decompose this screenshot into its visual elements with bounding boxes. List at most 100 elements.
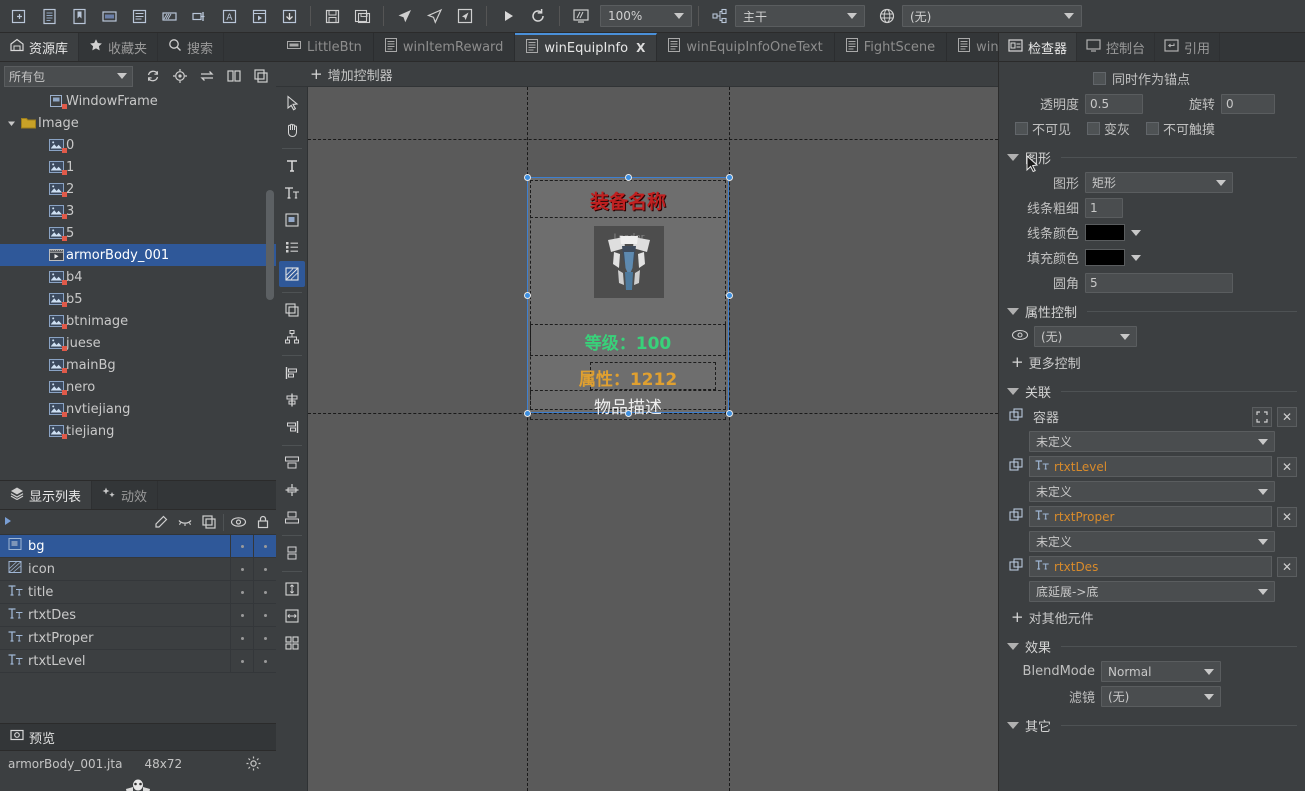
resource-tree-item[interactable]: 1 bbox=[0, 156, 276, 178]
shape-select[interactable]: 矩形 bbox=[1085, 172, 1233, 193]
hide-icon[interactable] bbox=[173, 511, 196, 533]
section-other[interactable]: 其它 bbox=[1007, 712, 1297, 738]
label-icon[interactable]: A bbox=[215, 3, 243, 29]
display-list-row[interactable]: icon bbox=[0, 557, 276, 581]
locate-icon[interactable] bbox=[168, 65, 191, 87]
align-top-tool[interactable] bbox=[279, 450, 305, 476]
eye-icon[interactable] bbox=[227, 511, 250, 533]
line-width-field[interactable]: 1 bbox=[1085, 197, 1123, 218]
tab-transition[interactable]: 动效 bbox=[92, 481, 159, 509]
save-icon[interactable] bbox=[318, 3, 346, 29]
untouchable-checkbox[interactable] bbox=[1146, 122, 1160, 135]
hand-tool[interactable] bbox=[279, 117, 305, 143]
copy-icon[interactable] bbox=[249, 65, 272, 87]
relation-target-field[interactable]: rtxtDes bbox=[1029, 556, 1272, 577]
resource-tree-item[interactable]: nvtiejiang bbox=[0, 398, 276, 420]
relation-target-field[interactable]: rtxtLevel bbox=[1029, 456, 1272, 477]
branch-select[interactable]: 主干 bbox=[735, 5, 865, 27]
close-icon[interactable]: X bbox=[636, 41, 645, 55]
lock-toggle[interactable] bbox=[253, 626, 276, 650]
resize-handle-s[interactable] bbox=[625, 410, 632, 417]
resize-handle-w[interactable] bbox=[524, 292, 531, 299]
lock-toggle[interactable] bbox=[253, 557, 276, 581]
screen-icon[interactable] bbox=[567, 3, 595, 29]
resource-tree-item[interactable]: 2 bbox=[0, 178, 276, 200]
filter-select[interactable]: (无) bbox=[1101, 686, 1221, 707]
same-height-tool[interactable] bbox=[279, 576, 305, 602]
gear-select[interactable]: (无) bbox=[1034, 326, 1137, 347]
close-icon[interactable]: ✕ bbox=[1277, 406, 1297, 427]
section-effect[interactable]: 效果 bbox=[1007, 633, 1297, 659]
close-icon[interactable]: ✕ bbox=[1277, 456, 1297, 477]
bookmark-icon[interactable] bbox=[65, 3, 93, 29]
component-icon[interactable] bbox=[95, 3, 123, 29]
globe-icon[interactable] bbox=[873, 3, 901, 29]
resource-tree-item[interactable]: 0 bbox=[0, 134, 276, 156]
invisible-checkbox[interactable] bbox=[1015, 122, 1028, 135]
duplicate-icon[interactable] bbox=[197, 511, 220, 533]
refresh-icon[interactable] bbox=[141, 65, 164, 87]
section-relation[interactable]: 关联 bbox=[1007, 378, 1297, 404]
import-icon[interactable] bbox=[275, 3, 303, 29]
resource-tree-item[interactable]: nero bbox=[0, 376, 276, 398]
close-icon[interactable]: ✕ bbox=[1277, 506, 1297, 527]
play-icon[interactable] bbox=[494, 3, 522, 29]
tab-reference[interactable]: 引用 bbox=[1155, 33, 1221, 61]
document-tab[interactable]: winSk bbox=[947, 33, 998, 61]
relation-icon[interactable] bbox=[1009, 507, 1024, 526]
publish-all-icon[interactable] bbox=[421, 3, 449, 29]
rotation-field[interactable]: 0 bbox=[1221, 93, 1275, 114]
package-select[interactable]: 所有包 bbox=[4, 65, 134, 87]
resize-handle-n[interactable] bbox=[625, 174, 632, 181]
resource-tree-item[interactable]: 5 bbox=[0, 222, 276, 244]
resize-handle-ne[interactable] bbox=[726, 174, 733, 181]
sync-icon[interactable] bbox=[195, 65, 218, 87]
tab-display-list[interactable]: 显示列表 bbox=[0, 481, 93, 509]
collapse-arrow-icon[interactable] bbox=[4, 515, 14, 530]
gear-icon[interactable] bbox=[245, 755, 262, 775]
document-tab[interactable]: LittleBtn bbox=[276, 33, 374, 61]
section-shape[interactable]: 图形 bbox=[1007, 144, 1297, 170]
tree-twisty[interactable] bbox=[4, 119, 18, 128]
chevron-down-icon[interactable] bbox=[1131, 254, 1141, 261]
document-tab[interactable]: winEquipInfoOneText bbox=[657, 33, 835, 61]
lock-toggle[interactable] bbox=[253, 603, 276, 627]
display-list-row[interactable]: rtxtProper bbox=[0, 626, 276, 650]
relation-target-field[interactable]: rtxtProper bbox=[1029, 506, 1272, 527]
opacity-field[interactable]: 0.5 bbox=[1085, 93, 1143, 114]
visibility-toggle[interactable] bbox=[230, 603, 253, 627]
resource-tree-item[interactable]: 3 bbox=[0, 200, 276, 222]
corner-field[interactable]: 5 bbox=[1085, 272, 1233, 293]
rich-text-tool[interactable] bbox=[279, 180, 305, 206]
publish-icon[interactable] bbox=[391, 3, 419, 29]
resource-tree-item[interactable]: Image bbox=[0, 112, 276, 134]
resource-tree-item[interactable]: b5 bbox=[0, 288, 276, 310]
chevron-down-icon[interactable] bbox=[1131, 229, 1141, 236]
expand-icon[interactable] bbox=[1252, 406, 1272, 427]
pointer-tool[interactable] bbox=[279, 90, 305, 116]
relation-icon[interactable] bbox=[1009, 407, 1024, 426]
align-right-tool[interactable] bbox=[279, 414, 305, 440]
visibility-toggle[interactable] bbox=[230, 649, 253, 673]
lock-toggle[interactable] bbox=[253, 649, 276, 673]
save-all-icon[interactable] bbox=[348, 3, 376, 29]
relation-icon[interactable] bbox=[1009, 457, 1024, 476]
same-width-tool[interactable] bbox=[279, 603, 305, 629]
resource-tree-item[interactable]: btnimage bbox=[0, 310, 276, 332]
display-list-row[interactable]: bg bbox=[0, 534, 276, 558]
document-tab[interactable]: winItemReward bbox=[374, 33, 516, 61]
resource-tree[interactable]: WindowFrame Image 0 1 2 3 5 armorBody_001 b4 b5 bt… bbox=[0, 90, 276, 480]
design-canvas[interactable]: 装备名称 Loader bbox=[308, 87, 998, 791]
resize-handle-sw[interactable] bbox=[524, 410, 531, 417]
lock-toggle[interactable] bbox=[253, 580, 276, 604]
document-icon[interactable] bbox=[35, 3, 63, 29]
branch-icon[interactable] bbox=[706, 3, 734, 29]
component-tool[interactable] bbox=[279, 297, 305, 323]
line-color-swatch[interactable] bbox=[1085, 224, 1125, 241]
relation-rule-select[interactable]: 未定义 bbox=[1029, 481, 1275, 502]
grid-tool[interactable] bbox=[279, 630, 305, 656]
equip-icon-loader[interactable]: Loader bbox=[594, 226, 664, 298]
new-icon[interactable] bbox=[5, 3, 33, 29]
relation-icon[interactable] bbox=[1009, 557, 1024, 576]
add-relation-button[interactable]: + 对其他元件 bbox=[1007, 604, 1297, 630]
